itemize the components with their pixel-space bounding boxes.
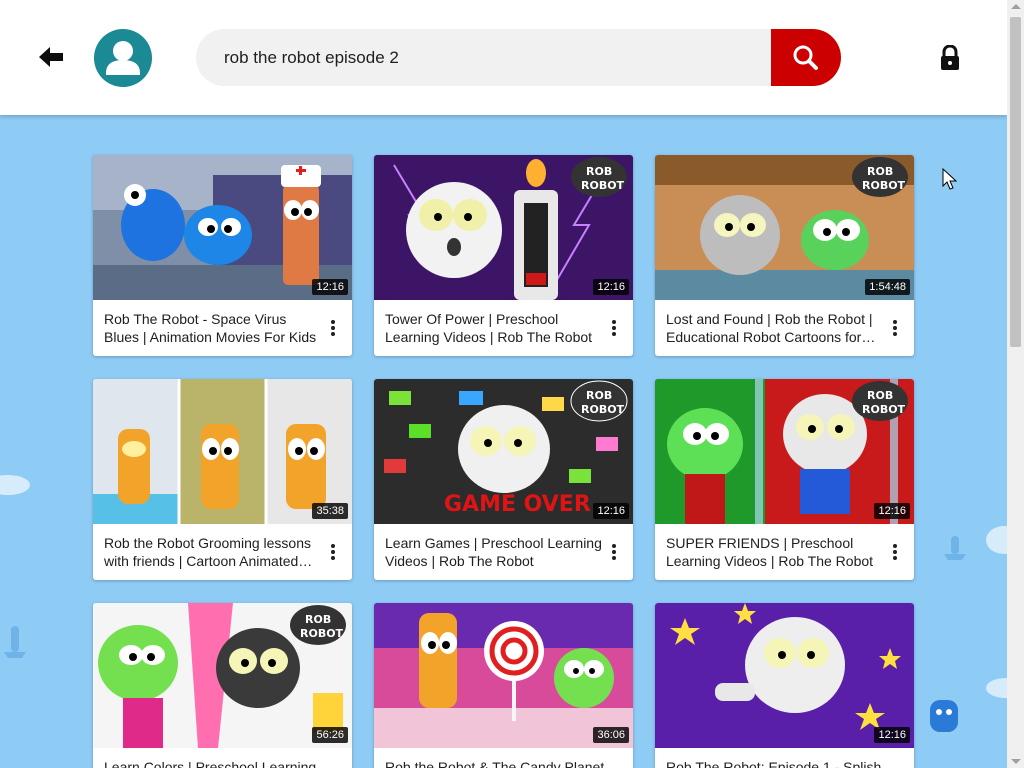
video-title[interactable]: SUPER FRIENDS | Preschool Learning Video… (666, 534, 886, 570)
svg-text:ROBOT: ROBOT (862, 179, 906, 192)
video-thumbnail[interactable]: ROB ROBOT 56:26 (93, 603, 352, 748)
lock-icon[interactable] (938, 45, 962, 71)
duration-badge: 1:54:48 (865, 279, 910, 295)
svg-text:GAME OVER: GAME OVER (444, 492, 591, 517)
scroll-thumb[interactable] (1010, 17, 1021, 347)
search-input[interactable] (224, 29, 764, 86)
svg-text:ROBOT: ROBOT (581, 403, 625, 416)
back-arrow-icon[interactable] (36, 42, 66, 72)
more-options-icon[interactable] (888, 318, 902, 338)
svg-text:ROB: ROB (586, 389, 612, 402)
svg-text:ROB: ROB (305, 613, 331, 626)
cloud-decoration (986, 526, 1008, 554)
video-title[interactable]: Lost and Found | Rob the Robot | Educati… (666, 310, 886, 346)
video-card[interactable]: GAME OVER ROB ROBOT 12:16 Learn Games | … (374, 379, 633, 580)
video-card[interactable]: 36:06 Rob the Robot & The Candy Planet |… (374, 603, 633, 768)
top-bar (0, 0, 1007, 115)
user-avatar-icon[interactable] (94, 29, 152, 87)
scroll-down-icon[interactable] (1011, 759, 1021, 764)
video-title[interactable]: Learn Colors | Preschool Learning Videos… (104, 758, 324, 768)
svg-text:ROB: ROB (867, 165, 893, 178)
duration-badge: 12:16 (593, 279, 629, 295)
video-title[interactable]: Rob The Robot - Space Virus Blues | Anim… (104, 310, 324, 346)
video-card[interactable]: ROB ROBOT 12:16 SUPER FRIENDS | Preschoo… (655, 379, 914, 580)
svg-text:ROBOT: ROBOT (581, 179, 625, 192)
video-thumbnail[interactable]: 35:38 (93, 379, 352, 524)
video-thumbnail[interactable]: 12:16 (655, 603, 914, 748)
video-thumbnail[interactable]: ROB ROBOT 12:16 (655, 379, 914, 524)
more-options-icon[interactable] (326, 318, 340, 338)
more-options-icon[interactable] (607, 542, 621, 562)
svg-text:ROBOT: ROBOT (862, 403, 906, 416)
video-title[interactable]: Tower Of Power | Preschool Learning Vide… (385, 310, 605, 346)
svg-text:ROB: ROB (867, 389, 893, 402)
duration-badge: 12:16 (312, 279, 348, 295)
scrollbar[interactable] (1007, 0, 1024, 768)
cloud-decoration (0, 475, 30, 495)
video-card[interactable]: 35:38 Rob the Robot Grooming lessons wit… (93, 379, 352, 580)
video-title[interactable]: Rob the Robot & The Candy Planet | Presc… (385, 758, 605, 768)
more-options-icon[interactable] (326, 542, 340, 562)
search-box (196, 29, 776, 86)
mouse-cursor-icon (942, 168, 958, 190)
duration-badge: 36:06 (593, 727, 629, 743)
robot-decoration (930, 700, 958, 732)
scroll-up-icon[interactable] (1011, 4, 1021, 9)
video-title[interactable]: Learn Games | Preschool Learning Videos … (385, 534, 605, 570)
duration-badge: 35:38 (312, 503, 348, 519)
video-title[interactable]: Rob the Robot Grooming lessons with frie… (104, 534, 324, 570)
video-card[interactable]: 12:16 Rob The Robot: Episode 1 - Splish … (655, 603, 914, 768)
video-thumbnail[interactable]: GAME OVER ROB ROBOT 12:16 (374, 379, 633, 524)
search-button[interactable] (771, 29, 841, 86)
cloud-decoration (986, 678, 1008, 698)
video-card[interactable]: ROB ROBOT 56:26 Learn Colors | Preschool… (93, 603, 352, 768)
video-card[interactable]: ROB ROBOT 12:16 Tower Of Power | Prescho… (374, 155, 633, 356)
video-card[interactable]: ROB ROBOT 1:54:48 Lost and Found | Rob t… (655, 155, 914, 356)
search-icon (793, 45, 818, 70)
rocket-decoration (4, 626, 26, 658)
more-options-icon[interactable] (888, 542, 902, 562)
duration-badge: 56:26 (312, 727, 348, 743)
video-thumbnail[interactable]: 36:06 (374, 603, 633, 748)
more-options-icon[interactable] (607, 318, 621, 338)
svg-text:ROB: ROB (586, 165, 612, 178)
video-card[interactable]: 12:16 Rob The Robot - Space Virus Blues … (93, 155, 352, 356)
duration-badge: 12:16 (874, 727, 910, 743)
duration-badge: 12:16 (874, 503, 910, 519)
video-thumbnail[interactable]: ROB ROBOT 12:16 (374, 155, 633, 300)
video-thumbnail[interactable]: ROB ROBOT 1:54:48 (655, 155, 914, 300)
video-title[interactable]: Rob The Robot: Episode 1 - Splish Splash (666, 758, 886, 768)
rocket-decoration (944, 536, 966, 560)
svg-text:ROBOT: ROBOT (300, 627, 344, 640)
video-thumbnail[interactable]: 12:16 (93, 155, 352, 300)
duration-badge: 12:16 (593, 503, 629, 519)
